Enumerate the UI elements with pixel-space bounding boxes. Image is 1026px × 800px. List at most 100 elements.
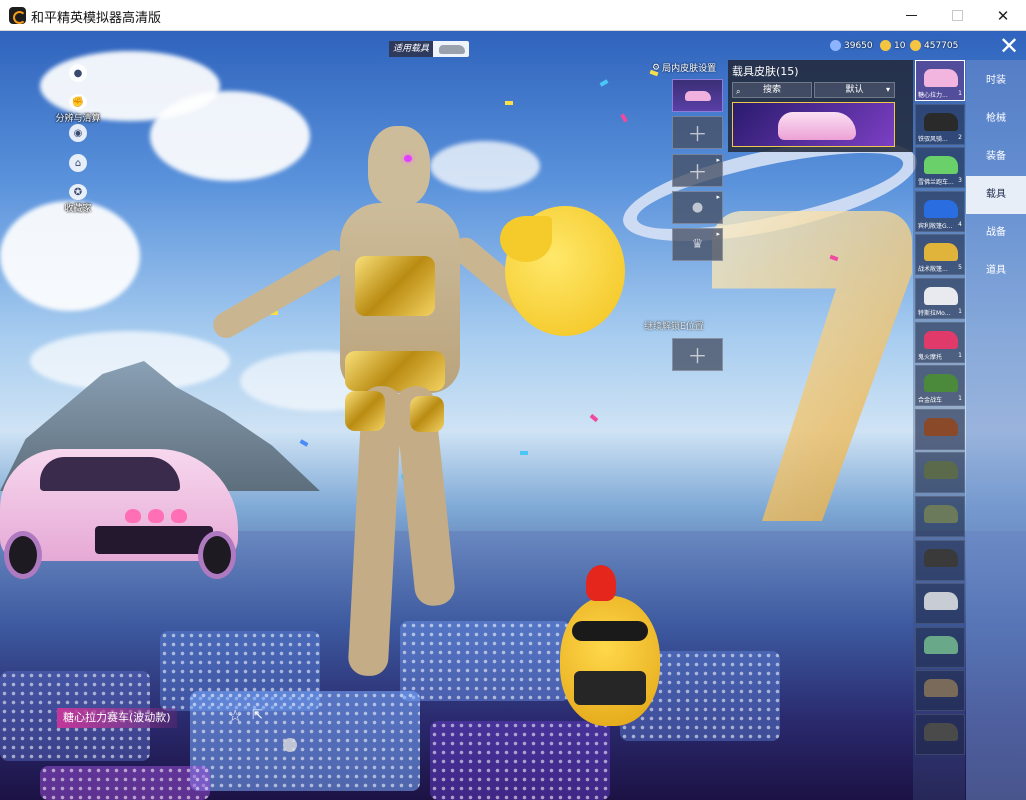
- selected-skin-card[interactable]: [732, 102, 895, 147]
- cloud: [150, 91, 310, 181]
- close-panel-button[interactable]: ✕: [995, 33, 1023, 61]
- vehicle-item[interactable]: 战术敞篷... 5: [915, 234, 965, 276]
- category-tab[interactable]: 载具: [966, 176, 1026, 214]
- vehicle-item[interactable]: [915, 408, 965, 450]
- duck-wing: [500, 216, 552, 262]
- app-logo-icon: [9, 7, 26, 24]
- skin-settings-header[interactable]: ⚙ 局内皮肤设置: [652, 61, 717, 75]
- favorite-star-icon[interactable]: ☆: [228, 706, 242, 725]
- sort-label: 默认: [845, 85, 864, 95]
- character-head: [368, 126, 430, 206]
- search-icon: ⌕: [736, 87, 741, 96]
- vehicle-item[interactable]: [915, 714, 965, 755]
- hud-home[interactable]: ⌂: [56, 154, 100, 184]
- corner-marker-icon: ▸: [716, 230, 720, 238]
- skin-slot-6[interactable]: ＋: [672, 338, 723, 371]
- hud-settle[interactable]: ✊ 分辨与清算: [56, 94, 101, 124]
- vehicle-item[interactable]: [915, 496, 965, 537]
- heart-icon: [125, 509, 141, 523]
- skin-settings-label: 局内皮肤设置: [662, 64, 717, 74]
- search-label: 搜索: [762, 85, 781, 95]
- plus-icon: ＋: [687, 160, 708, 184]
- character-arm: [208, 245, 352, 343]
- minimize-button[interactable]: [888, 0, 934, 31]
- vehicle-item[interactable]: [915, 583, 965, 625]
- vehicle-item-count: 1: [958, 351, 962, 359]
- vehicle-thumbnail: [924, 548, 958, 567]
- vehicle-item[interactable]: [915, 452, 965, 494]
- person-icon: ●: [69, 64, 87, 82]
- apply-vehicle-tag[interactable]: 适用载具: [389, 41, 469, 57]
- floor-tile: [40, 766, 210, 800]
- maximize-button[interactable]: [934, 0, 980, 31]
- confetti: [620, 113, 628, 123]
- vehicle-thumbnail: [924, 199, 958, 218]
- chicken-shirt: [574, 671, 646, 705]
- fist-icon: ✊: [69, 94, 87, 110]
- apply-vehicle-label: 适用载具: [389, 41, 434, 57]
- vehicle-item[interactable]: 鬼火摩托 1: [915, 321, 965, 363]
- vehicle-item-count: 1: [958, 395, 962, 403]
- vehicle-item-name: 雪佛兰跑车...: [918, 179, 954, 187]
- heart-icon: [148, 509, 164, 523]
- vehicle-item[interactable]: [915, 626, 965, 668]
- car-window: [40, 457, 180, 491]
- window-close-button[interactable]: ✕: [980, 0, 1026, 31]
- vehicle-item[interactable]: 宾利敞篷G... 4: [915, 190, 965, 232]
- share-icon[interactable]: ⇱: [252, 708, 263, 723]
- vehicle-item[interactable]: 雪佛兰跑车... 3: [915, 147, 965, 189]
- vehicle-item-count: 4: [958, 220, 962, 228]
- pink-car-thumbnail: [778, 112, 856, 140]
- category-tab[interactable]: 战备: [966, 214, 1026, 252]
- skin-slot-3[interactable]: ＋ ▸: [672, 154, 723, 187]
- hud-view[interactable]: ◉: [56, 124, 100, 154]
- corner-marker-icon: ▸: [716, 156, 720, 164]
- category-tabs: 时装 枪械 装备 载具 战备 道具: [966, 60, 1026, 800]
- panel-title: 载具皮肤(15): [732, 65, 799, 78]
- maximize-icon: [951, 10, 963, 21]
- uc-icon: [880, 40, 891, 51]
- confetti: [299, 439, 309, 447]
- rotate-view-button[interactable]: [283, 738, 297, 752]
- category-tab[interactable]: 时装: [966, 62, 1026, 100]
- floor-tile: [190, 691, 420, 791]
- vehicle-item[interactable]: 铁驭风骑... 2: [915, 103, 965, 145]
- coupon-icon: [830, 40, 841, 51]
- skin-slot-5[interactable]: ♛ ▸: [672, 228, 723, 261]
- skin-slot-4[interactable]: ● ▸: [672, 191, 723, 224]
- vehicle-item[interactable]: [915, 670, 965, 712]
- vehicle-item-count: 2: [958, 133, 962, 141]
- vehicle-item-count: 5: [958, 264, 962, 272]
- gold-armor: [345, 351, 445, 391]
- window-title: 和平精英模拟器高清版: [31, 11, 162, 26]
- skin-slot-1[interactable]: [672, 79, 723, 112]
- crown-icon: ♛: [691, 237, 704, 252]
- lock-icon: ●: [691, 200, 704, 215]
- category-tab[interactable]: 枪械: [966, 100, 1026, 138]
- vehicle-item-name: 特斯拉Mo...: [918, 310, 951, 317]
- currency-gold: 457705: [910, 40, 958, 51]
- sunglasses-icon: [572, 621, 648, 641]
- skin-slot-2[interactable]: ＋: [672, 116, 723, 149]
- confetti: [589, 413, 599, 423]
- gold-amount: 457705: [924, 40, 959, 51]
- hud-collector[interactable]: ✪ 收藏家: [56, 184, 100, 214]
- car-icon: [684, 90, 711, 101]
- gold-armor: [355, 256, 435, 316]
- category-tab[interactable]: 装备: [966, 138, 1026, 176]
- vehicle-list: 糖心拉力... 1 铁驭风骑... 2 雪佛兰跑车... 3 宾利敞篷G... 4 战术敞篷..…: [913, 60, 965, 800]
- vehicle-item-name: 合金战车: [918, 397, 943, 405]
- vehicle-thumbnail: [924, 461, 958, 480]
- vehicle-thumbnail: [924, 156, 958, 175]
- chicken-comb: [586, 565, 616, 601]
- hud-profile[interactable]: ●: [56, 64, 100, 94]
- search-button[interactable]: ⌕ 搜索: [732, 82, 812, 98]
- category-tab[interactable]: 道具: [966, 252, 1026, 290]
- vehicle-item[interactable]: 合金战车 1: [915, 365, 965, 407]
- vehicle-item[interactable]: [915, 539, 965, 581]
- vehicle-item[interactable]: 特斯拉Mo... 1: [915, 278, 965, 319]
- sort-dropdown[interactable]: 默认 ▾: [814, 82, 895, 98]
- car-wheel: [4, 531, 42, 579]
- unlock-note: 继续解锁E位置: [644, 322, 704, 332]
- vehicle-item[interactable]: 糖心拉力... 1: [915, 60, 965, 101]
